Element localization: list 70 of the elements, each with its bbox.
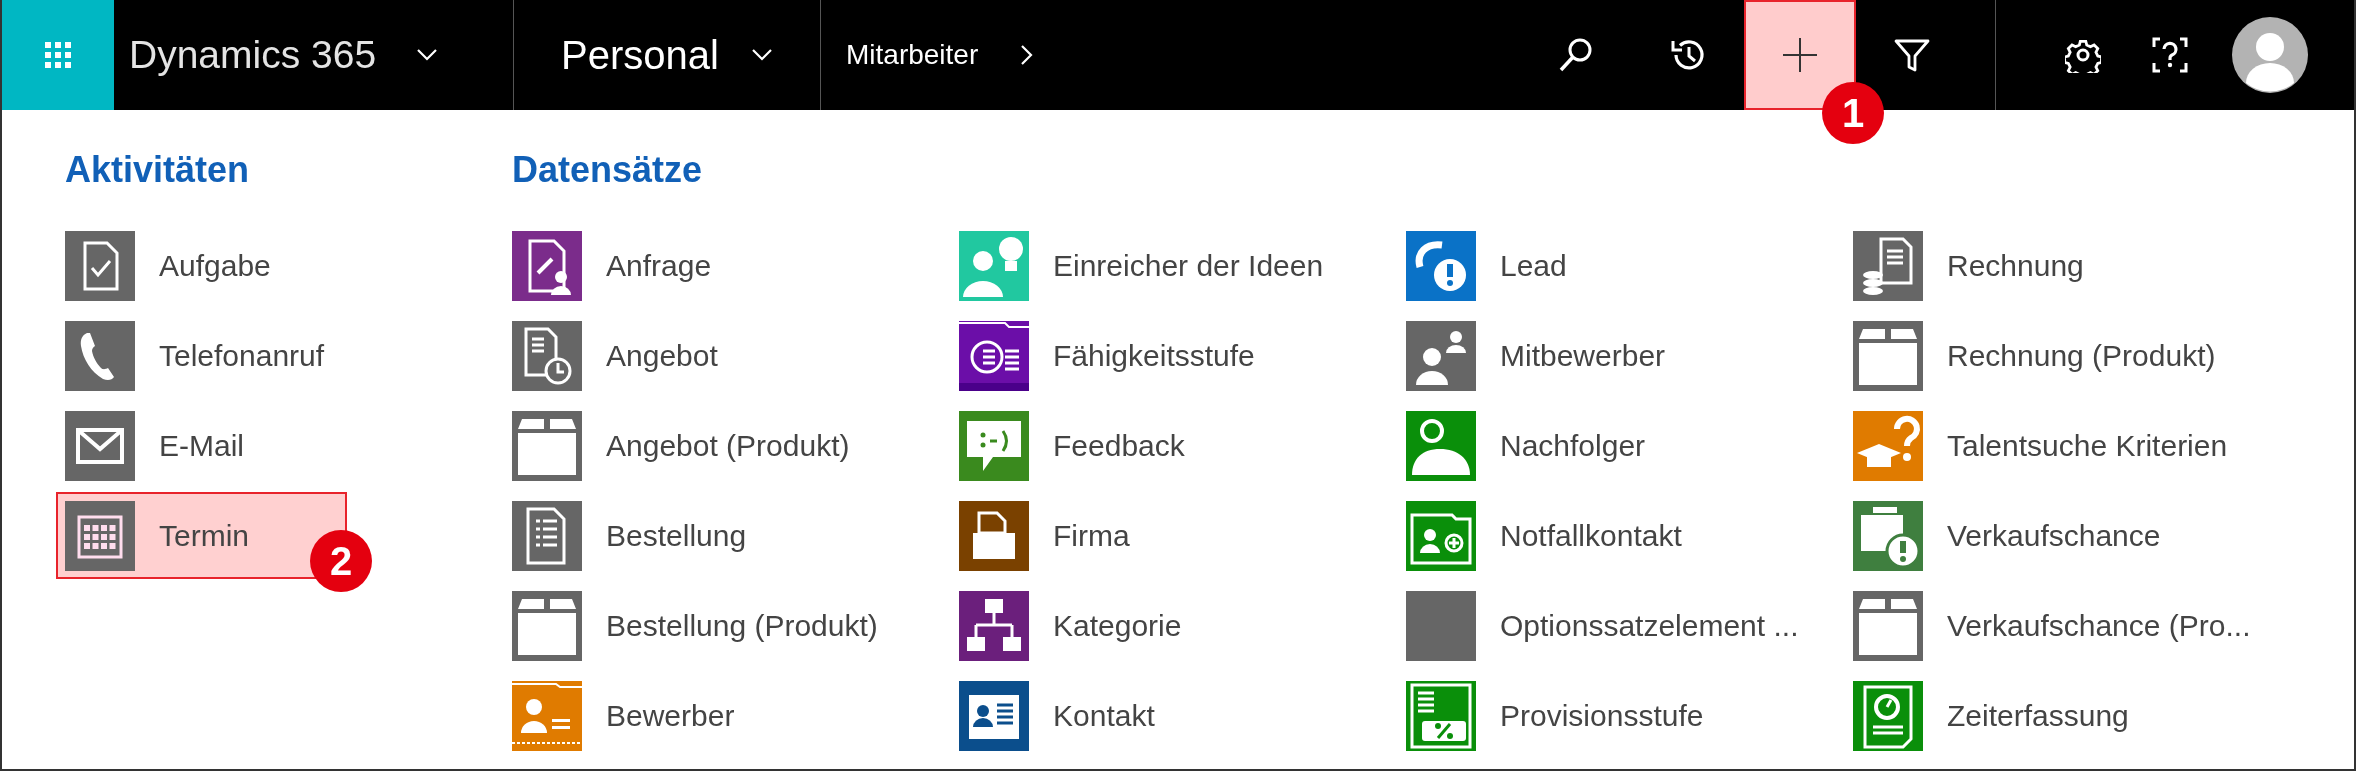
record-item[interactable]: Verkaufschance (Pro... xyxy=(1844,582,2291,669)
record-item[interactable]: Bestellung xyxy=(503,492,950,579)
record-item[interactable]: Zeiterfassung xyxy=(1844,672,2291,759)
record-item[interactable]: Verkaufschance xyxy=(1844,492,2291,579)
chevron-down-icon[interactable] xyxy=(750,48,773,62)
item-label: Zeiterfassung xyxy=(1947,698,2129,733)
record-item[interactable]: Angebot xyxy=(503,312,950,399)
chevron-right-icon[interactable] xyxy=(1020,44,1035,66)
callout-badge: 1 xyxy=(1822,82,1884,144)
record-item[interactable]: Provisionsstufe xyxy=(1397,672,1844,759)
item-label: Talentsuche Kriterien xyxy=(1947,428,2228,463)
chevron-down-icon[interactable] xyxy=(416,48,439,62)
item-label: Bestellung xyxy=(606,518,747,553)
activity-item[interactable]: Telefonanruf xyxy=(56,312,347,399)
section-heading: Aktivitäten xyxy=(65,148,251,192)
plus-icon xyxy=(1781,36,1819,74)
record-item[interactable]: Angebot (Produkt) xyxy=(503,402,950,489)
item-label: Bestellung (Produkt) xyxy=(606,608,878,643)
app-name[interactable]: Dynamics 365 xyxy=(129,33,377,77)
item-label: Angebot xyxy=(606,338,718,373)
item-label: Termin xyxy=(159,518,249,553)
item-label: Verkaufschance (Pro... xyxy=(1947,608,2251,643)
item-label: Kategorie xyxy=(1053,608,1182,643)
area-name[interactable]: Personal xyxy=(561,32,719,78)
item-label: Rechnung (Produkt) xyxy=(1947,338,2216,373)
avatar-icon xyxy=(2232,17,2308,93)
record-item[interactable]: Nachfolger xyxy=(1397,402,1844,489)
item-label: Provisionsstufe xyxy=(1500,698,1704,733)
item-label: Optionssatzelement ... xyxy=(1500,608,1799,643)
record-item[interactable]: Rechnung xyxy=(1844,222,2291,309)
record-item[interactable]: Bestellung (Produkt) xyxy=(503,582,950,669)
record-item[interactable]: Bewerber xyxy=(503,672,950,759)
record-item[interactable]: Feedback xyxy=(950,402,1397,489)
record-item[interactable]: Kontakt xyxy=(950,672,1397,759)
item-label: Mitbewerber xyxy=(1500,338,1666,373)
waffle-icon xyxy=(45,42,71,68)
item-label: Notfallkontakt xyxy=(1500,518,1682,553)
breadcrumb-link[interactable]: Mitarbeiter xyxy=(846,39,979,71)
activity-item[interactable]: E-Mail xyxy=(56,402,347,489)
record-item[interactable]: Lead xyxy=(1397,222,1844,309)
record-item[interactable]: Anfrage xyxy=(503,222,950,309)
item-label: Firma xyxy=(1053,518,1130,553)
record-item[interactable]: Rechnung (Produkt) xyxy=(1844,312,2291,399)
item-label: Rechnung xyxy=(1947,248,2084,283)
item-label: Verkaufschance xyxy=(1947,518,2161,553)
item-label: Angebot (Produkt) xyxy=(606,428,850,463)
item-label: Lead xyxy=(1500,248,1567,283)
item-label: Feedback xyxy=(1053,428,1185,463)
item-label: Anfrage xyxy=(606,248,712,283)
record-item[interactable]: Fähigkeitsstufe xyxy=(950,312,1397,399)
item-label: Nachfolger xyxy=(1500,428,1646,463)
callout-badge: 2 xyxy=(310,530,372,592)
item-label: Fähigkeitsstufe xyxy=(1053,338,1255,373)
item-label: Bewerber xyxy=(606,698,735,733)
help-icon xyxy=(2150,36,2189,74)
record-item[interactable]: Talentsuche Kriterien xyxy=(1844,402,2291,489)
record-item[interactable]: Einreicher der Ideen xyxy=(950,222,1397,309)
item-label: Aufgabe xyxy=(159,248,271,283)
item-label: Einreicher der Ideen xyxy=(1053,248,1324,283)
item-label: Kontakt xyxy=(1053,698,1155,733)
record-item[interactable]: Kategorie xyxy=(950,582,1397,669)
settings-icon xyxy=(2064,37,2101,73)
item-label: E-Mail xyxy=(159,428,244,463)
section-heading: Datensätze xyxy=(512,148,704,192)
activity-item[interactable]: Aufgabe xyxy=(56,222,347,309)
record-item[interactable]: Optionssatzelement ... xyxy=(1397,582,1844,669)
record-item[interactable]: Firma xyxy=(950,492,1397,579)
record-item[interactable]: Notfallkontakt xyxy=(1397,492,1844,579)
record-item[interactable]: Mitbewerber xyxy=(1397,312,1844,399)
item-label: Telefonanruf xyxy=(159,338,325,373)
